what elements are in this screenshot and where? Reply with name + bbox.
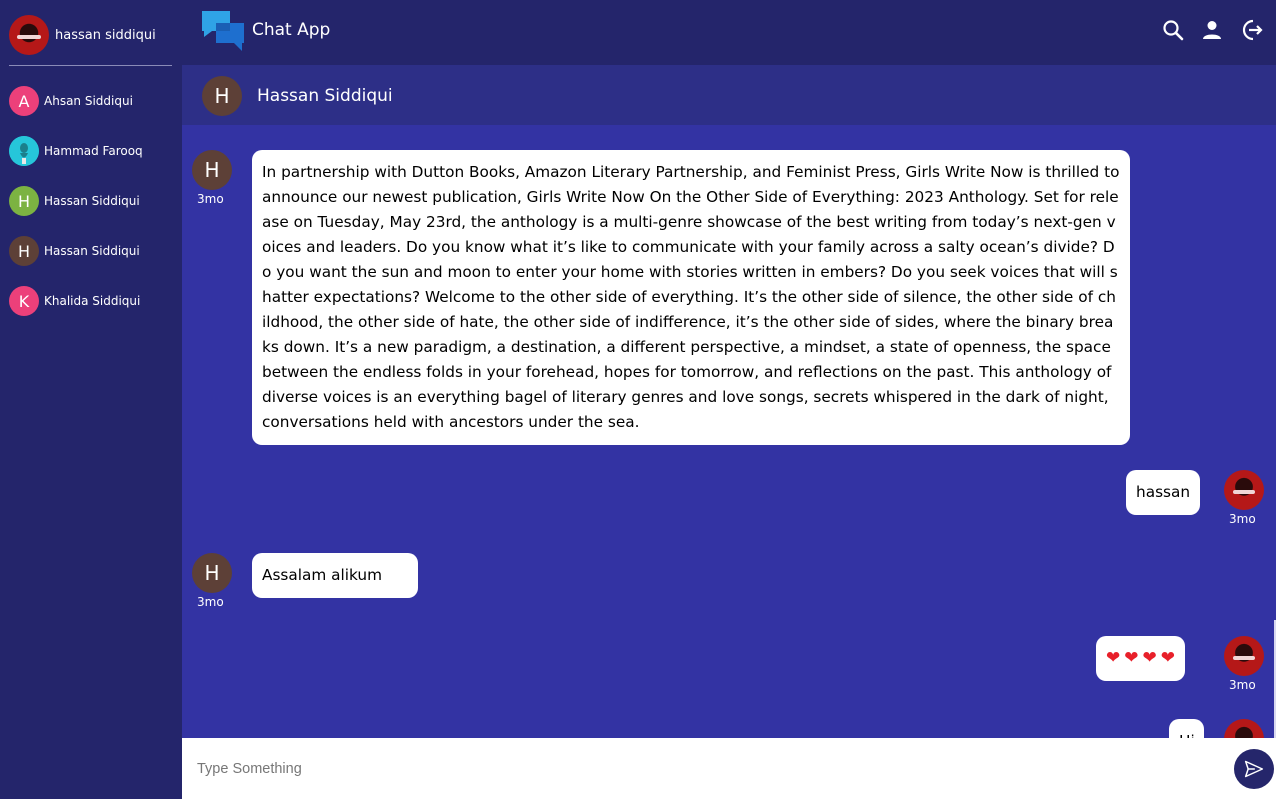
search-button[interactable] — [1161, 18, 1185, 42]
logout-icon — [1242, 19, 1263, 41]
contact-name: Hassan Siddiqui — [44, 194, 140, 208]
message-avatar: H — [192, 150, 232, 190]
message-time: 3mo — [197, 595, 224, 609]
person-icon — [1203, 21, 1221, 39]
app-header: Chat App — [182, 0, 1276, 65]
contact-avatar — [9, 136, 39, 166]
contact-name: Hammad Farooq — [44, 144, 143, 158]
chat-partner-avatar: H — [202, 76, 242, 116]
send-icon — [1244, 760, 1264, 778]
app-title: Chat App — [252, 20, 331, 40]
contact-item[interactable]: H Hassan Siddiqui — [9, 236, 143, 266]
message-avatar — [1224, 719, 1264, 738]
contact-item[interactable]: H Hassan Siddiqui — [9, 186, 143, 216]
contact-name: Hassan Siddiqui — [44, 244, 140, 258]
contact-avatar: H — [9, 186, 39, 216]
contact-item[interactable]: K Khalida Siddiqui — [9, 286, 143, 316]
contact-avatar: K — [9, 286, 39, 316]
chat-header: H Hassan Siddiqui — [182, 65, 1276, 125]
photo-avatar-icon — [9, 136, 39, 166]
search-icon — [1163, 20, 1184, 41]
heart-emoji-icon: ❤ — [1106, 648, 1121, 668]
message-list[interactable]: H 3mo In partnership with Dutton Books, … — [182, 125, 1276, 738]
heart-emoji-icon: ❤ — [1124, 648, 1139, 668]
message-input[interactable] — [182, 738, 1222, 799]
heart-emoji-icon: ❤ — [1142, 648, 1157, 668]
message-bubble: hassan — [1126, 470, 1201, 515]
message-avatar — [1224, 636, 1264, 676]
chat-logo-icon — [202, 11, 244, 51]
profile-button[interactable] — [1200, 18, 1224, 42]
message-bubble: Assalam alikum — [252, 553, 418, 598]
message-bubble: ❤ ❤ ❤ ❤ — [1096, 636, 1185, 681]
message-time: 3mo — [1229, 512, 1256, 526]
current-user[interactable]: hassan siddiqui — [9, 15, 156, 55]
contact-avatar: A — [9, 86, 39, 116]
send-button[interactable] — [1234, 749, 1274, 789]
message-avatar — [1224, 470, 1264, 510]
contact-name: Khalida Siddiqui — [44, 294, 141, 308]
contact-avatar: H — [9, 236, 39, 266]
message-avatar: H — [192, 553, 232, 593]
contact-list: A Ahsan Siddiqui Hammad Farooq H Hassan … — [9, 86, 143, 336]
contact-item[interactable]: A Ahsan Siddiqui — [9, 86, 143, 116]
message-bubble: In partnership with Dutton Books, Amazon… — [252, 150, 1130, 445]
chat-partner-name: Hassan Siddiqui — [257, 86, 393, 106]
current-user-avatar — [9, 15, 49, 55]
current-user-name: hassan siddiqui — [55, 27, 156, 43]
sidebar: hassan siddiqui A Ahsan Siddiqui Hammad … — [0, 0, 182, 799]
message-time: 3mo — [197, 192, 224, 206]
sidebar-divider — [9, 65, 172, 66]
composer — [182, 738, 1276, 799]
contact-item[interactable]: Hammad Farooq — [9, 136, 143, 166]
message-bubble: Hi — [1169, 719, 1204, 738]
message-time: 3mo — [1229, 678, 1256, 692]
logout-button[interactable] — [1240, 18, 1264, 42]
heart-emoji-icon: ❤ — [1160, 648, 1175, 668]
contact-name: Ahsan Siddiqui — [44, 94, 133, 108]
